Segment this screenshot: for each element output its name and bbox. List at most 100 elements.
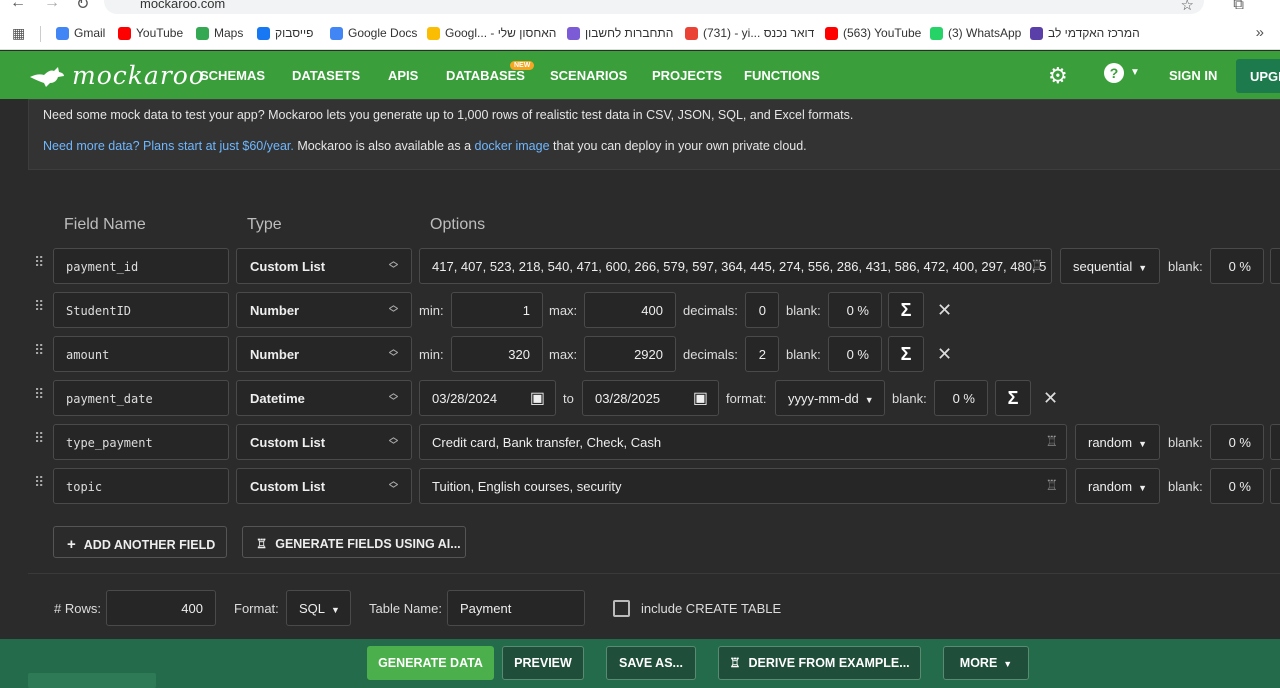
field-name-input[interactable]: type_payment [53,424,229,460]
field-type-select[interactable]: Custom List ︿ ﹀ [236,248,412,284]
chevron-down-icon[interactable]: ▼ [1130,67,1140,78]
help-icon[interactable]: ? [1104,63,1124,83]
generate-ai-button[interactable]: ♖ GENERATE FIELDS USING AI... [242,526,466,558]
drag-handle-icon[interactable]: ⠿ [34,387,44,406]
upgrade-button[interactable]: UPGR [1236,59,1280,93]
custom-list-values-input[interactable]: 417, 407, 523, 218, 540, 471, 600, 266, … [419,248,1052,284]
close-icon[interactable]: ✕ [1043,388,1058,409]
date-format-select[interactable]: yyyy-mm-dd ▼ [775,380,885,416]
drag-handle-icon[interactable]: ⠿ [34,431,44,450]
field-name-input[interactable]: topic [53,468,229,504]
calendar-icon[interactable]: ▣ [693,388,708,408]
max-input[interactable]: 2920 [584,336,676,372]
nav-projects[interactable]: PROJECTS [652,68,722,83]
calendar-icon[interactable]: ▣ [530,388,545,408]
bookmark-item[interactable]: Googl... - האחסון שלי [427,26,556,40]
nav-datasets[interactable]: DATASETS [292,68,360,83]
field-type-select[interactable]: Custom List ︿ ﹀ [236,424,412,460]
bookmark-item[interactable]: המרכז האקדמי לב [1030,26,1140,40]
close-icon[interactable]: ✕ [937,344,952,365]
formula-sigma-icon[interactable]: Σ [888,336,924,372]
bookmark-item[interactable]: (563) YouTube [825,26,921,40]
blank-percent-input[interactable]: 0 % [828,292,882,328]
save-as-button[interactable]: SAVE AS... [606,646,696,680]
nav-schemas[interactable]: SCHEMAS [200,68,265,83]
apps-grid-icon[interactable]: ▦ [12,25,25,42]
generate-data-button[interactable]: GENERATE DATA [367,646,494,680]
date-to-input[interactable]: 03/28/2025 ▣ [582,380,719,416]
more-bookmarks-icon[interactable]: » [1256,24,1264,41]
footer-fade [28,673,156,688]
extension-icon[interactable]: ⧉ [1233,0,1244,13]
close-icon[interactable]: ✕ [937,300,952,321]
row-options-button[interactable] [1270,468,1280,504]
drag-handle-icon[interactable]: ⠿ [34,255,44,274]
table-name-input[interactable]: Payment [447,590,585,626]
decimals-input[interactable]: 0 [745,292,779,328]
custom-list-values-input[interactable]: Tuition, English courses, security ♖ [419,468,1067,504]
bookmark-item[interactable]: YouTube [118,26,183,40]
field-type-select[interactable]: Number ︿ ﹀ [236,292,412,328]
star-icon[interactable]: ☆ [1181,0,1194,14]
mockaroo-logo[interactable]: mockaroo [28,61,205,90]
drag-handle-icon[interactable]: ⠿ [34,299,44,318]
nav-databases[interactable]: DATABASES [446,68,525,83]
robot-icon[interactable]: ♖ [1045,477,1058,494]
blank-percent-input[interactable]: 0 % [1210,468,1264,504]
drag-handle-icon[interactable]: ⠿ [34,475,44,494]
min-input[interactable]: 1 [451,292,543,328]
bookmark-item[interactable]: Google Docs [330,26,417,40]
nav-scenarios[interactable]: SCENARIOS [550,68,627,83]
blank-percent-input[interactable]: 0 % [1210,424,1264,460]
back-arrow-icon[interactable]: ← [10,0,26,12]
drag-handle-icon[interactable]: ⠿ [34,343,44,362]
formula-sigma-icon[interactable]: Σ [888,292,924,328]
bookmark-item[interactable]: התחברות לחשבון [567,26,673,40]
create-table-checkbox[interactable] [613,600,630,617]
blank-percent-input[interactable]: 0 % [934,380,988,416]
bookmark-item[interactable]: פייסבוק [257,26,313,40]
nav-functions[interactable]: FUNCTIONS [744,68,820,83]
row-options-button[interactable] [1270,248,1280,284]
more-button[interactable]: MORE ▼ [943,646,1029,680]
bookmark-item[interactable]: Maps [196,26,243,40]
field-type-select[interactable]: Custom List ︿ ﹀ [236,468,412,504]
field-type-select[interactable]: Datetime ︿ ﹀ [236,380,412,416]
bookmark-item[interactable]: (731) - yi... דואר נכנס [685,26,814,40]
formula-sigma-icon[interactable]: Σ [995,380,1031,416]
create-table-label[interactable]: include CREATE TABLE [641,601,781,616]
add-field-button[interactable]: + ADD ANOTHER FIELD [53,526,227,558]
blank-percent-input[interactable]: 0 % [828,336,882,372]
address-bar[interactable] [104,0,1204,14]
order-select[interactable]: random ▼ [1075,468,1160,504]
blank-percent-input[interactable]: 0 % [1210,248,1264,284]
field-name-input[interactable]: StudentID [53,292,229,328]
row-options-button[interactable] [1270,424,1280,460]
field-type-select[interactable]: Number ︿ ﹀ [236,336,412,372]
bookmark-item[interactable]: Gmail [56,26,105,40]
max-input[interactable]: 400 [584,292,676,328]
nav-apis[interactable]: APIS [388,68,418,83]
rows-input[interactable]: 400 [106,590,216,626]
field-name-input[interactable]: payment_id [53,248,229,284]
field-name-input[interactable]: amount [53,336,229,372]
bookmark-item[interactable]: (3) WhatsApp [930,26,1021,40]
date-from-input[interactable]: 03/28/2024 ▣ [419,380,556,416]
plans-link[interactable]: Need more data? Plans start at just $60/… [43,139,294,153]
robot-icon[interactable]: ♖ [1030,257,1043,274]
decimals-input[interactable]: 2 [745,336,779,372]
reload-icon[interactable]: ↻ [76,0,89,14]
derive-from-example-button[interactable]: ♖ DERIVE FROM EXAMPLE... [718,646,921,680]
custom-list-values-input[interactable]: Credit card, Bank transfer, Check, Cash ♖ [419,424,1067,460]
gear-icon[interactable]: ⚙ [1048,63,1068,89]
order-select[interactable]: sequential ▼ [1060,248,1160,284]
preview-button[interactable]: PREVIEW [502,646,584,680]
robot-icon[interactable]: ♖ [1045,433,1058,450]
field-name-input[interactable]: payment_date [53,380,229,416]
min-input[interactable]: 320 [451,336,543,372]
format-select[interactable]: SQL ▼ [286,590,351,626]
docker-image-link[interactable]: docker image [475,139,550,153]
order-select[interactable]: random ▼ [1075,424,1160,460]
sign-in-link[interactable]: SIGN IN [1169,68,1217,83]
forward-arrow-icon[interactable]: → [44,0,60,12]
